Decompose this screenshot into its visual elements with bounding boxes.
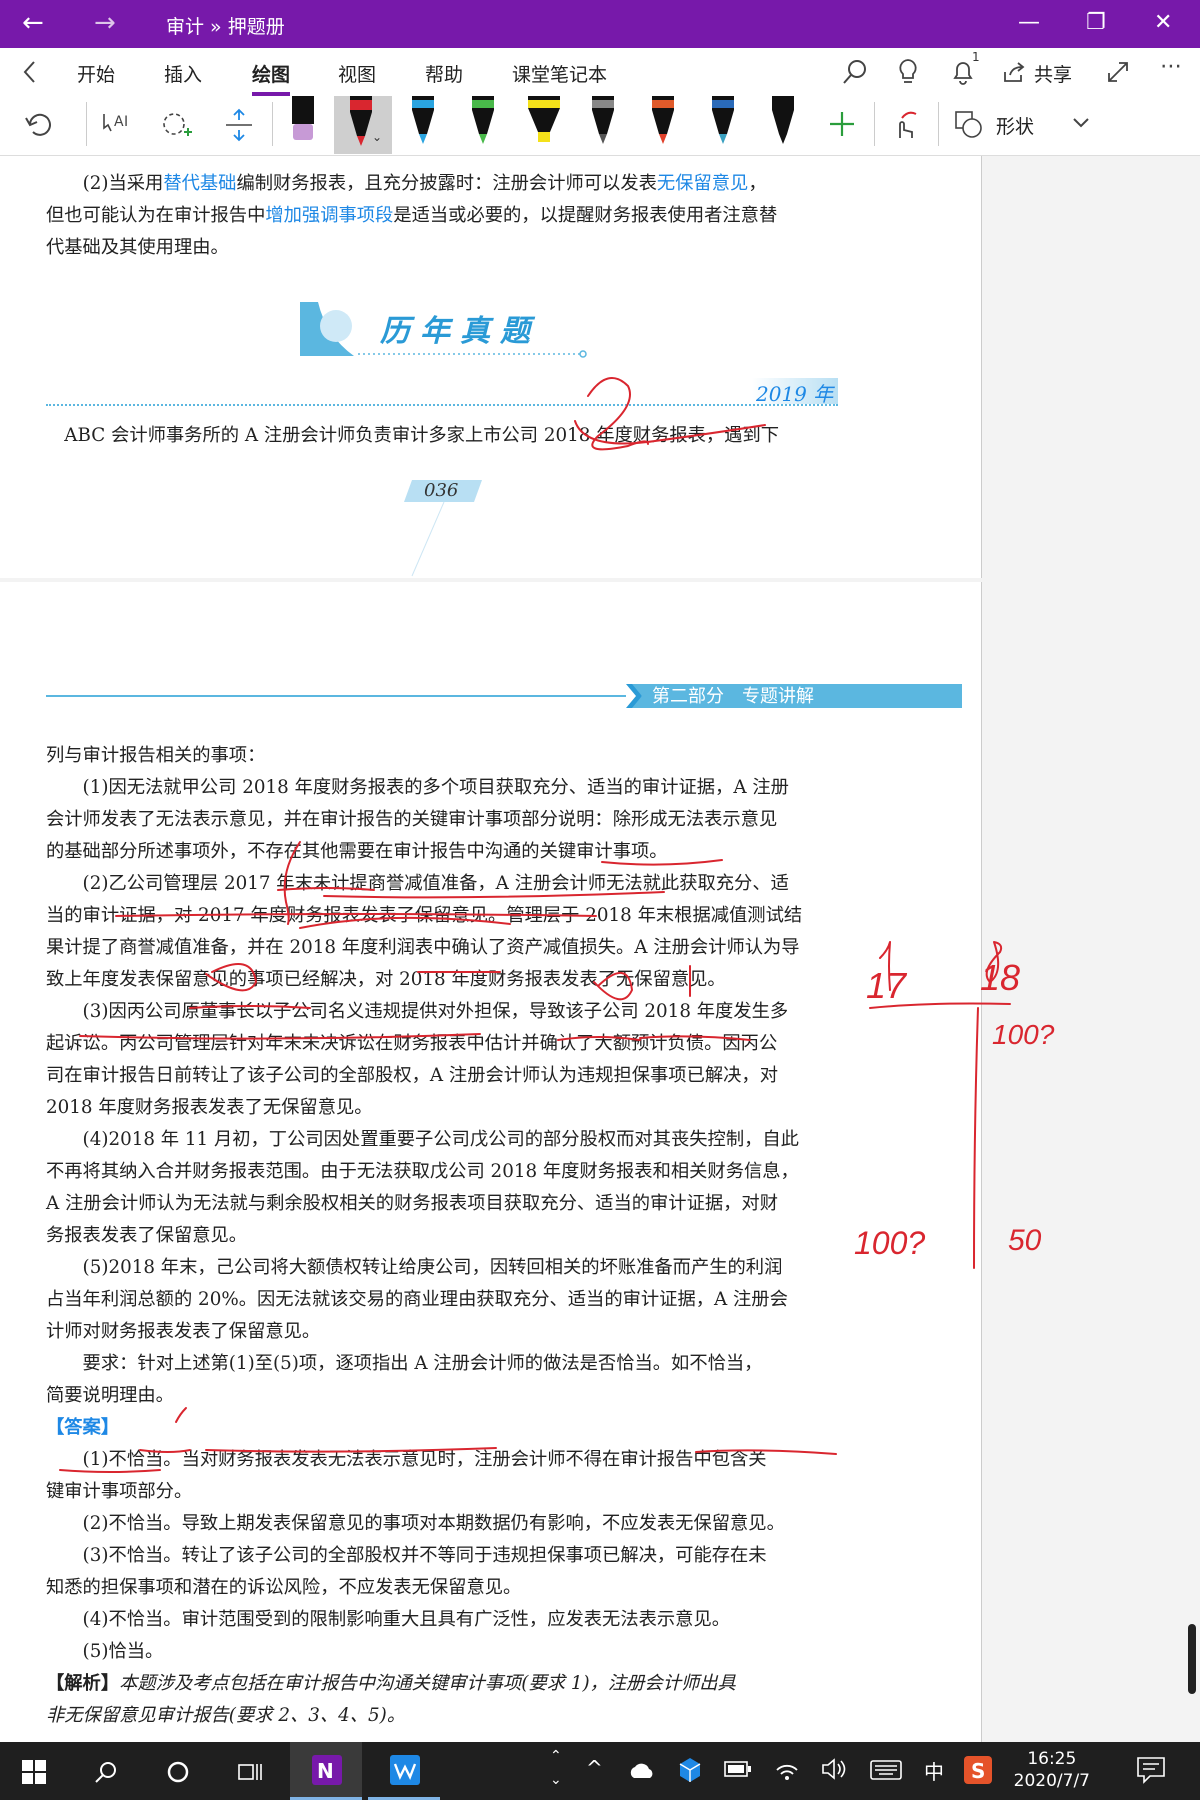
volume-icon[interactable] — [820, 1756, 848, 1782]
ink-note-50: 50 — [1008, 1224, 1042, 1257]
window-title: 审计 » 押题册 — [166, 16, 285, 38]
lightbulb-icon[interactable] — [896, 58, 920, 86]
tab-help[interactable]: 帮助 — [425, 60, 463, 87]
chevron-up-icon[interactable]: ⌃ — [550, 1748, 562, 1764]
ink-annotations[interactable]: 17 18 100? 100? 50 — [0, 156, 1200, 1742]
pen-black-icon[interactable] — [768, 96, 798, 148]
tab-draw[interactable]: 绘图 — [252, 60, 291, 96]
onedrive-icon[interactable] — [628, 1760, 656, 1780]
ime-indicator[interactable]: 中 — [924, 1756, 944, 1785]
action-center-icon[interactable] — [1136, 1756, 1166, 1784]
clock-date: 2020/7/7 — [1013, 1771, 1090, 1791]
battery-icon[interactable] — [724, 1760, 752, 1778]
tab-home[interactable]: 开始 — [77, 60, 115, 87]
share-icon[interactable] — [1002, 60, 1026, 84]
task-view-icon[interactable] — [228, 1750, 272, 1794]
highlighter-yellow-icon[interactable] — [524, 96, 564, 148]
pen-green-icon[interactable] — [468, 96, 498, 148]
pen-ocean-icon[interactable] — [708, 96, 738, 148]
separator — [86, 102, 87, 146]
lasso-text-select-icon[interactable]: AI — [100, 110, 136, 140]
chevron-left-icon[interactable] — [22, 60, 36, 84]
system-clock[interactable]: 16:25 2020/7/7 — [1014, 1748, 1090, 1792]
title-bar: ← → 审计 » 押题册 — ❐ ✕ — [0, 0, 1200, 48]
add-space-icon[interactable] — [222, 108, 256, 142]
separator — [874, 102, 875, 146]
more-options-icon[interactable]: ⋯ — [1160, 54, 1182, 79]
fullscreen-icon[interactable] — [1106, 60, 1130, 84]
chevron-down-icon[interactable] — [1072, 116, 1090, 130]
wifi-icon[interactable] — [774, 1756, 800, 1782]
ink-note-17: 17 — [866, 965, 908, 1006]
svg-text:I: I — [124, 114, 128, 130]
close-button[interactable]: ✕ — [1154, 10, 1172, 36]
show-hidden-icons[interactable]: ^ — [586, 1756, 603, 1780]
clock-time: 16:25 — [1027, 1749, 1077, 1769]
pen-blue-icon[interactable] — [408, 96, 438, 148]
forward-arrow-icon[interactable]: → — [94, 8, 116, 38]
pen-rainbow-icon[interactable] — [648, 96, 678, 148]
tab-class-notebook[interactable]: 课堂笔记本 — [512, 60, 607, 87]
notification-count: 1 — [972, 50, 980, 64]
lasso-select-icon[interactable] — [160, 110, 194, 140]
chevron-down-icon[interactable]: ⌄ — [372, 130, 382, 144]
cortana-icon[interactable] — [156, 1750, 200, 1794]
draw-toolbar: AI ⌄ 形状 — [0, 96, 1200, 156]
ribbon-tabs: 开始 插入 绘图 视图 帮助 课堂笔记本 1 共享 ⋯ — [0, 48, 1200, 96]
taskbar-item-whiteboard[interactable] — [368, 1742, 440, 1800]
ink-note-100: 100? — [854, 1225, 925, 1261]
tab-view[interactable]: 视图 — [338, 60, 376, 87]
pen-galaxy-icon[interactable] — [588, 96, 618, 148]
search-icon[interactable] — [842, 58, 868, 86]
minimize-button[interactable]: — — [1018, 10, 1040, 36]
search-icon[interactable] — [84, 1750, 128, 1794]
svg-text:A: A — [114, 114, 124, 130]
ink-note-100: 100? — [992, 1019, 1055, 1050]
share-button[interactable]: 共享 — [1034, 60, 1072, 87]
undo-icon[interactable] — [24, 110, 54, 138]
separator — [938, 102, 939, 146]
keyboard-icon[interactable] — [870, 1760, 902, 1780]
taskbar-item-onenote[interactable]: N — [290, 1742, 362, 1800]
pen-pink-highlighter-icon[interactable] — [288, 96, 318, 148]
chevron-down-icon[interactable]: ⌄ — [550, 1772, 562, 1788]
touch-draw-icon[interactable] — [888, 108, 922, 142]
sogou-input-icon[interactable]: S — [964, 1756, 992, 1784]
note-canvas[interactable]: (2)当采用替代基础编制财务报表，且充分披露时：注册会计师可以发表无保留意见， … — [0, 156, 1200, 1742]
restore-button[interactable]: ❐ — [1086, 10, 1106, 36]
vertical-scrollbar[interactable] — [1188, 1624, 1196, 1694]
add-pen-icon[interactable] — [828, 110, 856, 138]
back-arrow-icon[interactable]: ← — [22, 8, 44, 38]
shapes-button[interactable]: 形状 — [996, 112, 1034, 139]
dropbox-cube-icon[interactable] — [678, 1756, 702, 1784]
separator — [272, 102, 273, 146]
shapes-icon[interactable] — [954, 110, 984, 140]
tab-insert[interactable]: 插入 — [164, 60, 202, 87]
svg-text:N: N — [317, 1759, 334, 1783]
windows-start-icon[interactable] — [12, 1750, 56, 1794]
ink-note-18: 18 — [980, 957, 1020, 998]
taskbar: N ⌃ ⌄ ^ 中 S 16:25 2020/7/7 — [0, 1742, 1200, 1800]
svg-text:S: S — [971, 1759, 985, 1783]
